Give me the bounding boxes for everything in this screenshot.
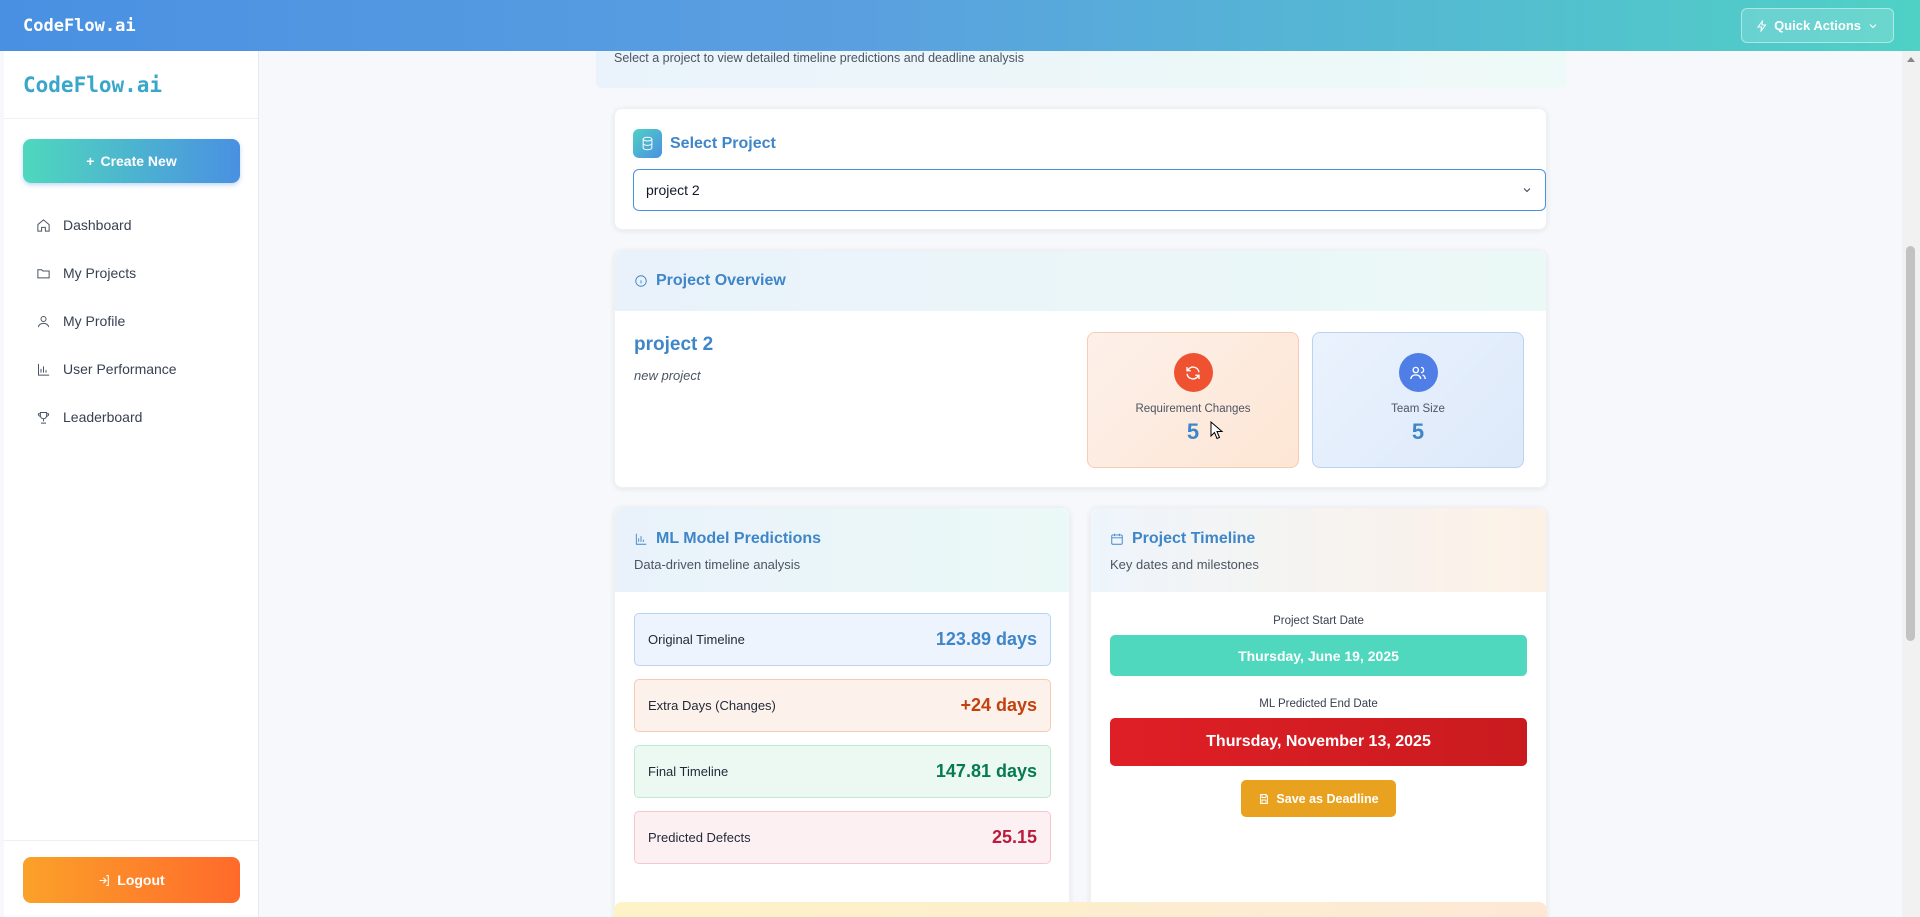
project-description: new project xyxy=(634,368,701,383)
requirement-changes-value: 5 xyxy=(1186,419,1200,444)
save-deadline-label: Save as Deadline xyxy=(1276,791,1379,806)
bar-chart-icon xyxy=(635,533,647,545)
requirement-changes-stat: Requirement Changes 5 xyxy=(1087,332,1299,468)
refresh-icon xyxy=(1173,353,1213,392)
extra-days-row: Extra Days (Changes) +24 days xyxy=(634,679,1051,732)
start-date-label: Project Start Date xyxy=(1273,615,1364,627)
scroll-up-icon[interactable] xyxy=(1907,57,1915,62)
team-size-value: 5 xyxy=(1411,419,1425,444)
database-icon xyxy=(633,129,662,158)
page-subtitle: Select a project to view detailed timeli… xyxy=(614,51,1024,65)
lightning-icon xyxy=(1757,19,1767,32)
create-new-label: Create New xyxy=(100,153,177,169)
trophy-icon xyxy=(37,411,50,424)
plus-icon: + xyxy=(86,153,95,169)
metric-label: Final Timeline xyxy=(648,764,729,779)
overview-heading: Project Overview xyxy=(634,272,786,290)
sidebar-item-label: My Profile xyxy=(63,313,126,329)
team-size-stat: Team Size 5 xyxy=(1312,332,1524,468)
select-project-heading: Select Project xyxy=(633,129,776,158)
project-name: project 2 xyxy=(634,334,714,355)
metric-label: Extra Days (Changes) xyxy=(648,698,776,713)
create-new-button[interactable]: + Create New xyxy=(23,139,240,183)
predictions-heading: ML Model Predictions xyxy=(634,530,1050,548)
predictions-subtitle: Data-driven timeline analysis xyxy=(634,557,801,572)
final-timeline-row: Final Timeline 147.81 days xyxy=(634,745,1051,798)
predictions-title: ML Model Predictions xyxy=(656,530,822,547)
predicted-defects-row: Predicted Defects 25.15 xyxy=(634,811,1051,864)
metric-label: Predicted Defects xyxy=(648,830,751,845)
home-icon xyxy=(37,218,50,232)
sidebar-item-my-projects[interactable]: My Projects xyxy=(4,249,258,297)
predictions-header: ML Model Predictions Data-driven timelin… xyxy=(615,508,1069,592)
scrollbar-thumb[interactable] xyxy=(1906,246,1915,641)
end-date-label: ML Predicted End Date xyxy=(1259,698,1378,710)
timeline-heading: Project Timeline xyxy=(1110,530,1527,548)
save-deadline-button[interactable]: Save as Deadline xyxy=(1241,780,1396,817)
logout-label: Logout xyxy=(117,872,165,888)
metric-value: 123.89 days xyxy=(935,629,1037,649)
quick-actions-label: Quick Actions xyxy=(1774,18,1861,33)
top-bar: CodeFlow.ai Quick Actions xyxy=(0,0,1920,51)
select-project-title: Select Project xyxy=(670,134,776,152)
page-header: Select a project to view detailed timeli… xyxy=(596,51,1566,88)
sidebar: CodeFlow.ai + Create New Dashboard My Pr… xyxy=(4,51,259,917)
metric-value: 25.15 xyxy=(991,827,1037,847)
overview-header: Project Overview xyxy=(615,251,1546,311)
quick-actions-button[interactable]: Quick Actions xyxy=(1741,8,1894,43)
select-project-card: Select Project project 2 xyxy=(614,108,1547,230)
metric-value: 147.81 days xyxy=(935,761,1037,781)
page-scrollbar[interactable] xyxy=(1902,51,1920,917)
info-icon xyxy=(635,275,647,287)
metric-label: Original Timeline xyxy=(648,632,745,647)
project-timeline-card: Project Timeline Key dates and milestone… xyxy=(1090,507,1547,917)
project-overview-card: Project Overview project 2 new project R… xyxy=(614,250,1547,488)
sidebar-item-dashboard[interactable]: Dashboard xyxy=(4,201,258,249)
chevron-down-icon xyxy=(1523,188,1531,193)
timeline-subtitle: Key dates and milestones xyxy=(1110,557,1259,572)
bar-chart-icon xyxy=(38,363,50,376)
save-icon xyxy=(1260,793,1269,804)
logout-button[interactable]: Logout xyxy=(23,857,240,903)
sidebar-item-user-performance[interactable]: User Performance xyxy=(4,345,258,393)
end-date-value: Thursday, November 13, 2025 xyxy=(1110,718,1527,766)
main-content: Select a project to view detailed timeli… xyxy=(596,51,1566,917)
timeline-header: Project Timeline Key dates and milestone… xyxy=(1091,508,1546,592)
chevron-down-icon xyxy=(1869,23,1877,28)
calendar-icon xyxy=(1111,533,1123,545)
folder-icon xyxy=(37,268,50,278)
users-icon xyxy=(1398,353,1438,392)
requirement-changes-label: Requirement Changes xyxy=(1135,403,1251,415)
sidebar-brand[interactable]: CodeFlow.ai xyxy=(4,51,258,119)
user-icon xyxy=(38,315,49,327)
next-section-card xyxy=(614,902,1547,917)
sidebar-item-label: User Performance xyxy=(63,361,177,377)
project-select-value: project 2 xyxy=(646,182,700,198)
timeline-title: Project Timeline xyxy=(1132,530,1256,547)
sidebar-divider xyxy=(4,840,258,841)
sidebar-item-label: Leaderboard xyxy=(63,409,143,425)
start-date-value: Thursday, June 19, 2025 xyxy=(1110,635,1527,676)
sidebar-item-leaderboard[interactable]: Leaderboard xyxy=(4,393,258,441)
ml-predictions-card: ML Model Predictions Data-driven timelin… xyxy=(614,507,1070,917)
sidebar-nav: Dashboard My Projects My Profile User Pe… xyxy=(4,201,258,441)
team-size-label: Team Size xyxy=(1391,403,1445,415)
sidebar-item-label: My Projects xyxy=(63,265,137,281)
overview-title: Project Overview xyxy=(656,272,786,289)
logout-icon xyxy=(99,874,110,886)
topbar-brand[interactable]: CodeFlow.ai xyxy=(23,16,136,36)
project-select[interactable]: project 2 xyxy=(633,169,1546,211)
original-timeline-row: Original Timeline 123.89 days xyxy=(634,613,1051,666)
mouse-cursor-icon xyxy=(1210,421,1224,440)
sidebar-item-my-profile[interactable]: My Profile xyxy=(4,297,258,345)
sidebar-item-label: Dashboard xyxy=(63,217,132,233)
metric-value: +24 days xyxy=(960,695,1037,715)
